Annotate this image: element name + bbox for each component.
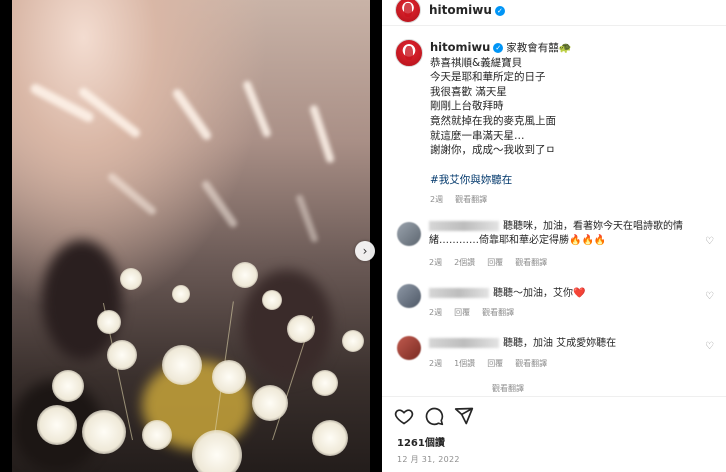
flower [82, 410, 126, 454]
flower [192, 430, 242, 472]
share-button[interactable] [453, 405, 475, 427]
next-photo-button[interactable]: › [355, 241, 375, 261]
caption-line: 謝謝你，成成～我收到了ㅁ [430, 144, 556, 157]
caption-text: hitomiwu ✓ 家教會有囍🐢 恭喜祺順&義緹寶貝 今天是耶和華所定的日子 我很… [430, 40, 715, 187]
flower [212, 360, 246, 394]
flower [312, 370, 338, 396]
ceiling-light [106, 171, 158, 217]
header-username-row: hitomiwu ✓ [429, 3, 505, 17]
caption-line: 我很喜歡 滿天星 [430, 85, 507, 98]
flower [232, 262, 258, 288]
ceiling-light [200, 179, 239, 229]
comment-likes[interactable]: 1個讚 [454, 358, 475, 369]
post-actions: 1261個讚 12 月 31, 2022 [382, 396, 726, 472]
comment-body: 聽聽～加油，艾你❤️ [429, 287, 714, 301]
comment-body: 聽聽，加油 艾成愛妳聽在 [429, 337, 714, 351]
flower [162, 345, 202, 385]
flower [252, 385, 288, 421]
ceiling-light [295, 193, 319, 244]
caption-avatar[interactable] [395, 39, 423, 67]
flower [262, 290, 282, 310]
translate-link[interactable]: 觀看翻譯 [515, 358, 547, 369]
translate-link[interactable]: 觀看翻譯 [455, 194, 487, 205]
post-date[interactable]: 12 月 31, 2022 [397, 454, 460, 465]
comment-button[interactable] [423, 405, 445, 427]
header-username[interactable]: hitomiwu [429, 3, 492, 17]
comment-avatar[interactable] [397, 284, 421, 308]
flower [312, 420, 348, 456]
ceiling-light [308, 104, 336, 164]
translate-link[interactable]: 觀看翻譯 [492, 383, 524, 394]
comment-body: 聽聽咪，加油，看著妳今天在唱詩歌的情緒…………倚靠耶和華必定得勝🔥🔥🔥 [429, 220, 714, 247]
background-figure [42, 240, 122, 360]
like-button[interactable] [393, 405, 415, 427]
comment-item: 觀看翻譯 [382, 382, 726, 394]
flower [97, 310, 121, 334]
caption-line: 剛剛上台敬拜時 [430, 100, 504, 113]
caption-meta: 2週 觀看翻譯 [430, 194, 487, 205]
comment-text: 聽聽～加油，艾你❤️ [493, 288, 586, 299]
comment-like-icon[interactable]: ♡ [705, 341, 714, 352]
comment-reply[interactable]: 回覆 [487, 257, 503, 268]
likes-count[interactable]: 1261個讚 [397, 434, 445, 449]
comment-username-blurred[interactable] [429, 221, 499, 231]
post-header: hitomiwu ✓ [382, 0, 726, 26]
caption-line: 就這麼一串滿天星… [430, 129, 525, 142]
comment-like-icon[interactable]: ♡ [705, 236, 714, 247]
comment-meta: 2週 2個讚 回覆 觀看翻譯 [429, 257, 547, 268]
verified-badge-icon: ✓ [493, 43, 504, 53]
caption-hashtag[interactable]: #我艾你與妳聽在 [430, 173, 715, 188]
flower [172, 285, 190, 303]
caption-username[interactable]: hitomiwu [430, 40, 490, 54]
comment-text: 聽聽，加油 艾成愛妳聽在 [503, 338, 617, 349]
flower [37, 405, 77, 445]
post-side-panel: hitomiwu ✓ hitomiwu ✓ 家教會有囍🐢 恭喜祺順&義緹寶貝 今天是耶… [382, 0, 726, 472]
comment-time[interactable]: 2週 [429, 307, 442, 318]
flower [107, 340, 137, 370]
comment-username-blurred[interactable] [429, 338, 499, 348]
caption-time[interactable]: 2週 [430, 194, 443, 205]
caption-line: 竟然就掉在我的麥克風上面 [430, 114, 556, 127]
header-avatar[interactable] [395, 0, 421, 23]
heart-icon [394, 409, 414, 425]
caption-line: 恭喜祺順&義緹寶貝 [430, 56, 523, 69]
comment-like-icon[interactable]: ♡ [705, 291, 714, 302]
chevron-right-icon: › [362, 244, 368, 258]
flower [287, 315, 315, 343]
comment-time[interactable]: 2週 [429, 358, 442, 369]
translate-link[interactable]: 觀看翻譯 [515, 257, 547, 268]
comment-icon [425, 407, 444, 426]
translate-link[interactable]: 觀看翻譯 [482, 307, 514, 318]
comment-meta: 2週 1個讚 回覆 觀看翻譯 [429, 358, 547, 369]
caption-title: 家教會有囍🐢 [506, 42, 572, 54]
comment-username-blurred[interactable] [429, 288, 489, 298]
comment-reply[interactable]: 回覆 [487, 358, 503, 369]
comment-time[interactable]: 2週 [429, 257, 442, 268]
comment-meta: 2週 回覆 觀看翻譯 [429, 307, 514, 318]
comment-reply[interactable]: 回覆 [454, 307, 470, 318]
share-icon [454, 407, 474, 425]
ceiling-light [171, 87, 213, 142]
comment-avatar[interactable] [397, 222, 421, 246]
flower [342, 330, 364, 352]
flower [52, 370, 84, 402]
comment-meta: 觀看翻譯 [492, 383, 524, 394]
post-photo [12, 0, 370, 472]
post-media-panel: › [0, 0, 382, 472]
comment-avatar[interactable] [397, 336, 421, 360]
flower [120, 268, 142, 290]
ceiling-light [242, 79, 272, 139]
verified-badge-icon: ✓ [494, 5, 505, 16]
comment-likes[interactable]: 2個讚 [454, 257, 475, 268]
flower [142, 420, 172, 450]
caption-line: 今天是耶和華所定的日子 [430, 71, 546, 84]
